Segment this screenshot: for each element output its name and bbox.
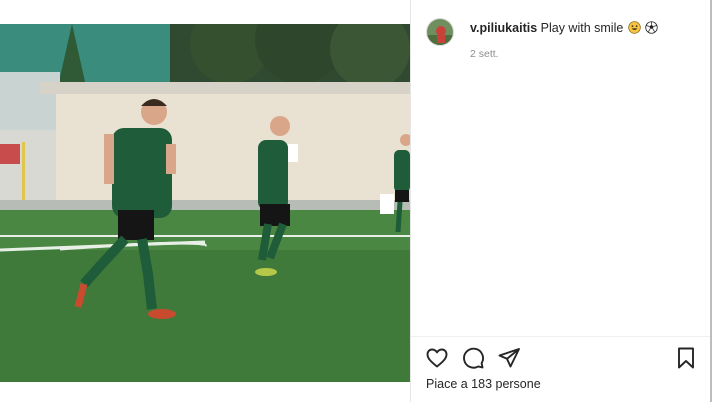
caption-text: Play with smile [540,21,624,35]
username-link[interactable]: v.piliukaitis [470,21,537,35]
actions-divider [411,336,710,337]
likes-count[interactable]: Piace a 183 persone [426,377,541,391]
panel-divider [410,0,411,402]
post-photo[interactable] [0,24,410,382]
avatar[interactable] [426,18,454,46]
soccer-ball-emoji [645,21,658,34]
post-timestamp[interactable]: 2 sett. [470,48,499,60]
comment-icon[interactable] [461,346,485,370]
post-caption: v.piliukaitis Play with smile [470,20,658,36]
post-header: v.piliukaitis Play with smile 2 sett. [426,16,706,66]
grinning-face-emoji [628,21,641,34]
heart-icon[interactable] [425,346,449,370]
paper-plane-icon[interactable] [497,346,521,370]
football-photo [0,24,410,382]
bookmark-icon[interactable] [674,346,698,370]
top-strip [0,0,410,24]
